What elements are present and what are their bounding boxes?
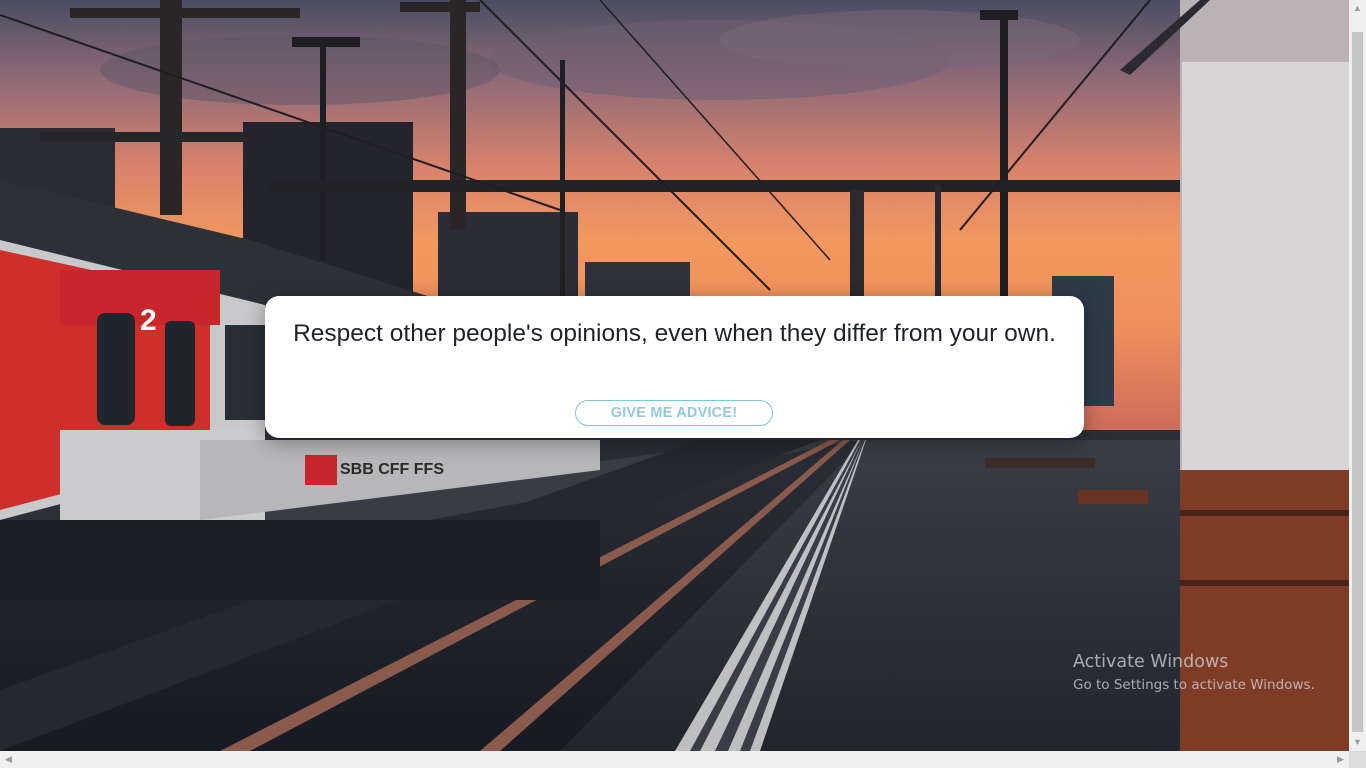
- train-car-number: 2: [140, 304, 157, 337]
- advice-text: Respect other people's opinions, even wh…: [293, 320, 1056, 347]
- chevron-left-icon[interactable]: ◀: [0, 751, 17, 768]
- chevron-up-icon[interactable]: ▲: [1349, 0, 1366, 17]
- train-brand-label: SBB CFF FFS: [340, 461, 444, 478]
- chevron-right-icon[interactable]: ▶: [1332, 751, 1349, 768]
- vertical-scroll-thumb[interactable]: [1352, 32, 1363, 732]
- scrollbar-corner: [1349, 751, 1366, 768]
- chevron-down-icon[interactable]: ▼: [1349, 734, 1366, 751]
- give-advice-button[interactable]: GIVE ME ADVICE!: [575, 400, 773, 426]
- horizontal-scrollbar[interactable]: ◀ ▶: [0, 751, 1349, 768]
- advice-card: Respect other people's opinions, even wh…: [265, 296, 1084, 438]
- vertical-scrollbar[interactable]: ▲ ▼: [1349, 0, 1366, 751]
- activate-windows-watermark: Activate Windows Go to Settings to activ…: [1073, 651, 1315, 696]
- watermark-subtitle: Go to Settings to activate Windows.: [1073, 677, 1315, 693]
- watermark-title: Activate Windows: [1073, 652, 1229, 672]
